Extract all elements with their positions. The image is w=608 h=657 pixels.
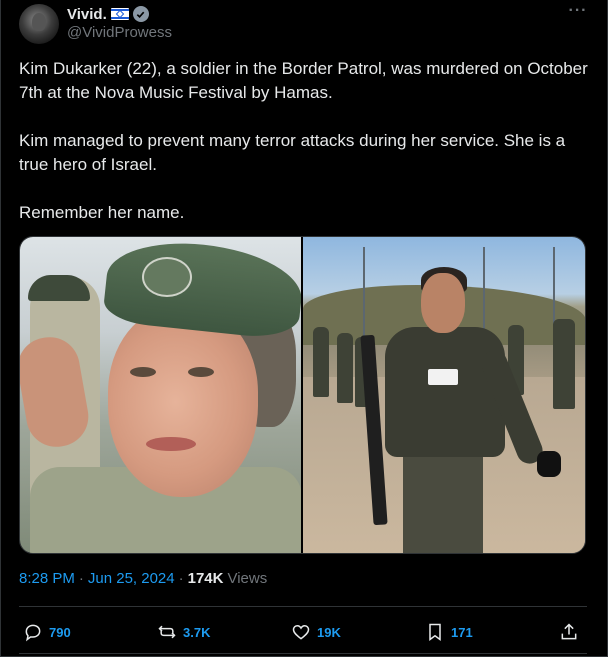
author-name-row: Vivid. [67,4,149,24]
tweet-text: Kim Dukarker (22), a soldier in the Bord… [19,57,591,225]
repost-button[interactable]: 3.7K [157,620,210,644]
photo-right-marching-soldiers[interactable] [303,237,585,553]
tweet-container: Vivid. @VividProwess ··· Kim Dukarker (2… [0,0,608,657]
media-grid [19,236,586,554]
share-icon [561,623,577,640]
bookmark-icon [429,623,441,641]
bookmark-button[interactable]: 171 [425,620,473,644]
meta-separator-2: · [178,570,184,587]
like-count: 19K [317,624,341,640]
like-button[interactable]: 19K [291,620,341,644]
repost-count: 3.7K [183,624,211,640]
author-handle[interactable]: @VividProwess [67,24,172,41]
repost-icon [158,625,176,639]
reply-icon [25,624,41,642]
verified-badge-icon[interactable] [132,6,149,22]
bookmark-count: 171 [451,624,473,640]
share-button[interactable] [559,620,579,644]
avatar[interactable] [19,4,59,44]
post-time[interactable]: 8:28 PM [19,570,75,587]
tweet-meta: 8:28 PM · Jun 25, 2024 · 174K Views [19,570,267,587]
action-bar: 790 3.7K 19K 171 [19,620,587,644]
tweet-paragraph-3: Remember her name. [19,203,185,222]
divider [19,653,587,654]
photo-left-portrait-salute[interactable] [20,237,301,553]
israel-flag-icon [110,8,129,20]
meta-separator: · [78,570,84,587]
tweet-header: Vivid. @VividProwess ··· [19,3,591,44]
tweet-paragraph-2: Kim managed to prevent many terror attac… [19,131,566,174]
tweet-paragraph-1: Kim Dukarker (22), a soldier in the Bord… [19,59,588,102]
divider [19,606,587,607]
post-date[interactable]: Jun 25, 2024 [88,570,175,587]
heart-icon [292,624,310,640]
views-label: Views [227,570,268,587]
reply-count: 790 [49,624,71,640]
views-count: 174K [187,570,224,587]
reply-button[interactable]: 790 [23,620,71,644]
author-display-name[interactable]: Vivid. [67,6,107,23]
more-options-icon[interactable]: ··· [565,3,591,24]
